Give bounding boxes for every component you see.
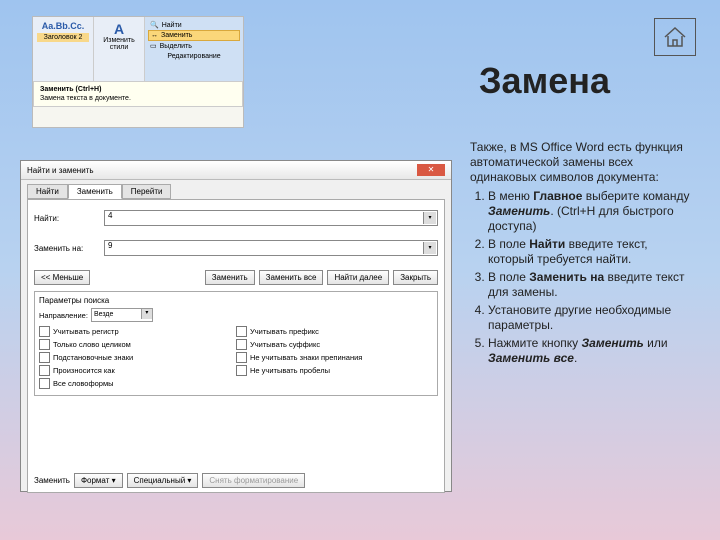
replace-icon: ↔ (151, 32, 158, 39)
chk-suffix: Учитывать суффикс (236, 339, 433, 350)
step-3: В поле Заменить на введите текст для зам… (488, 270, 690, 300)
bottom-toolbar: Заменить Формат ▾ Специальный ▾ Снять фо… (34, 473, 438, 488)
find-item: 🔍 Найти (148, 20, 240, 30)
select-item: ▭ Выделить (148, 41, 240, 51)
chk-sounds: Произносится как (39, 365, 236, 376)
direction-select: Везде ▾ (91, 308, 153, 322)
step-1: В меню Главное выберите команду Заменить… (488, 189, 690, 234)
find-label: Найти: (34, 214, 104, 223)
chevron-down-icon: ▾ (423, 242, 436, 254)
chk-forms: Все словоформы (39, 378, 236, 389)
close-icon: ✕ (417, 164, 445, 176)
options-right: Учитывать префикс Учитывать суффикс Не у… (236, 324, 433, 391)
replace-all-button: Заменить все (259, 270, 324, 285)
close-button: Закрыть (393, 270, 438, 285)
find-replace-dialog: Найти и заменить ✕ Найти Заменить Перейт… (20, 160, 452, 492)
find-next-button: Найти далее (327, 270, 389, 285)
change-styles: A Изменить стили (94, 17, 145, 81)
tab-replace: Заменить (68, 184, 122, 199)
less-button: << Меньше (34, 270, 90, 285)
dialog-tabs: Найти Заменить Перейти (21, 180, 451, 199)
special-button: Специальный ▾ (127, 473, 199, 488)
slide-title: Замена (479, 60, 610, 102)
chk-spaces: Не учитывать пробелы (236, 365, 433, 376)
replace-button: Заменить (205, 270, 255, 285)
chk-prefix: Учитывать префикс (236, 326, 433, 337)
chevron-down-icon: ▾ (423, 212, 436, 224)
search-options: Параметры поиска Направление: Везде ▾ Уч… (34, 291, 438, 396)
replace-item: ↔ Заменить (148, 30, 240, 41)
style-preview: Aa.Bb.Cc. Заголовок 2 (33, 17, 94, 81)
find-icon: 🔍 (150, 21, 159, 29)
options-left: Учитывать регистр Только слово целиком П… (39, 324, 236, 391)
instruction-text: Также, в MS Office Word есть функция авт… (470, 140, 690, 369)
noformat-button: Снять форматирование (202, 473, 305, 488)
select-icon: ▭ (150, 42, 157, 50)
step-4: Установите другие необходимые параметры. (488, 303, 690, 333)
tab-goto: Перейти (122, 184, 172, 199)
ribbon-screenshot: Aa.Bb.Cc. Заголовок 2 A Изменить стили 🔍… (32, 16, 244, 128)
step-5: Нажмите кнопку Заменить или Заменить все… (488, 336, 690, 366)
format-button: Формат ▾ (74, 473, 123, 488)
dialog-titlebar: Найти и заменить ✕ (21, 161, 451, 180)
replace-label: Заменить на: (34, 244, 104, 253)
editing-group: 🔍 Найти ↔ Заменить ▭ Выделить Редактиров… (145, 17, 243, 81)
chk-whole: Только слово целиком (39, 339, 236, 350)
step-2: В поле Найти введите текст, который треб… (488, 237, 690, 267)
home-icon (654, 18, 696, 56)
chk-case: Учитывать регистр (39, 326, 236, 337)
instruction-steps: В меню Главное выберите команду Заменить… (470, 189, 690, 366)
dialog-body: Найти: 4 ▾ Заменить на: 9 ▾ << Меньше За… (27, 199, 445, 493)
tab-find: Найти (27, 184, 68, 199)
chk-punct: Не учитывать знаки препинания (236, 352, 433, 363)
replace-input: 9 ▾ (104, 240, 438, 256)
chk-wildcard: Подстановочные знаки (39, 352, 236, 363)
tooltip: Заменить (Ctrl+H) Замена текста в докуме… (33, 81, 243, 107)
find-input: 4 ▾ (104, 210, 438, 226)
